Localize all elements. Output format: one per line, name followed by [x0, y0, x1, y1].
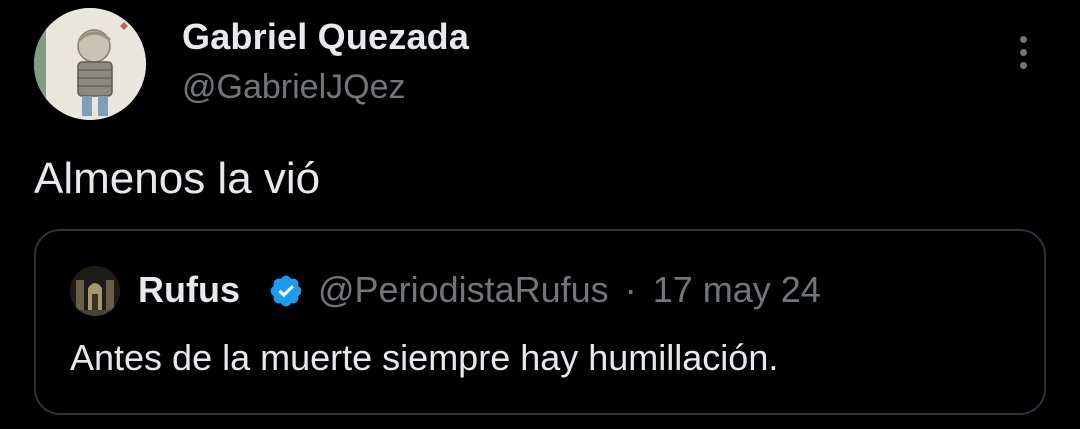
quoted-tweet-card[interactable]: Rufus @PeriodistaRufus · 17 may 24 Antes…: [34, 229, 1046, 415]
more-options-button[interactable]: [1008, 32, 1038, 72]
author-name[interactable]: Gabriel Quezada: [182, 16, 469, 58]
quoted-author-name[interactable]: Rufus: [138, 269, 240, 311]
quoted-meta: @PeriodistaRufus · 17 may 24: [318, 269, 821, 311]
tweet-text: Almenos la vió: [34, 154, 321, 203]
more-vertical-icon-dot: [1019, 61, 1027, 69]
meta-separator: ·: [624, 269, 637, 310]
quoted-avatar-drawing: [70, 266, 120, 316]
more-vertical-icon-dot: [1019, 48, 1027, 56]
author-avatar[interactable]: [34, 8, 146, 120]
quoted-tweet-text: Antes de la muerte siempre hay humillaci…: [70, 337, 779, 378]
verified-badge-icon: [270, 275, 302, 307]
more-vertical-icon: [1019, 35, 1027, 43]
quoted-tweet-date[interactable]: 17 may 24: [653, 269, 821, 310]
quoted-author-handle[interactable]: @PeriodistaRufus: [318, 269, 609, 310]
author-handle[interactable]: @GabrielJQez: [182, 68, 405, 107]
quoted-author-avatar[interactable]: [70, 266, 120, 316]
avatar-drawing: [34, 8, 146, 120]
tweet: Gabriel Quezada @GabrielJQez Almenos la …: [0, 0, 1080, 429]
